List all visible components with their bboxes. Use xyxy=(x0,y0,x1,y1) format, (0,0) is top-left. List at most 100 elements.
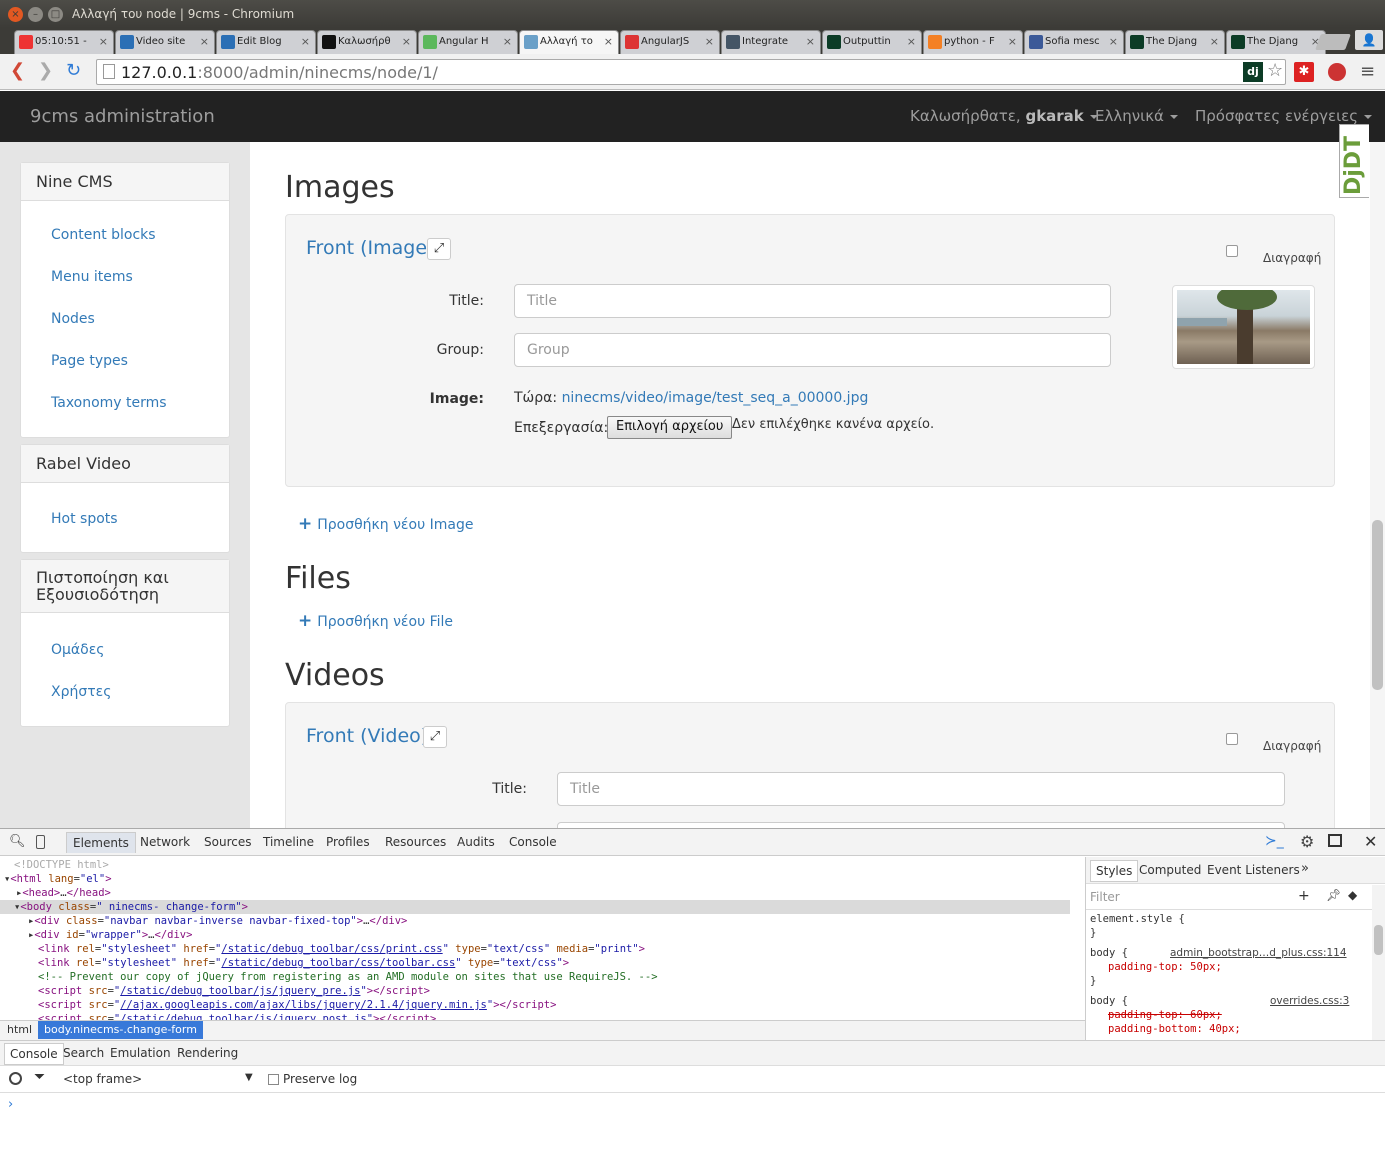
minimize-window-button[interactable]: – xyxy=(28,7,43,22)
django-extension-icon[interactable]: dj xyxy=(1243,62,1263,82)
close-tab-icon[interactable]: × xyxy=(200,31,209,53)
new-tab-button[interactable] xyxy=(1315,34,1351,50)
tab-sources[interactable]: Sources xyxy=(204,835,251,849)
browser-tab[interactable]: Edit Blog × xyxy=(216,30,316,54)
image-group-input[interactable]: Group xyxy=(514,333,1111,367)
browser-tab[interactable]: The Djang × xyxy=(1125,30,1225,54)
pin-icon[interactable]: 📌︎ xyxy=(1326,888,1341,902)
browser-tab[interactable]: Sofia mesc × xyxy=(1024,30,1124,54)
rule-1-property[interactable]: padding-top: 50px; xyxy=(1108,961,1222,973)
browser-tab[interactable]: Video site × xyxy=(115,30,215,54)
reload-icon[interactable]: ↻ xyxy=(66,61,81,81)
sidebar-item-groups[interactable]: Ομάδες xyxy=(51,642,105,658)
browser-tab[interactable]: Integrate × xyxy=(721,30,821,54)
recent-actions-menu[interactable]: Πρόσφατες ενέργειες xyxy=(1195,107,1373,125)
delete-video-checkbox[interactable] xyxy=(1226,733,1238,745)
browser-tab[interactable]: Καλωσήρθ × xyxy=(317,30,417,54)
django-debug-toolbar-handle[interactable]: DjDT xyxy=(1339,124,1369,198)
sidebar-item-content-blocks[interactable]: Content blocks xyxy=(51,227,156,243)
breadcrumb-html[interactable]: html xyxy=(7,1023,32,1036)
tab-console[interactable]: Console xyxy=(509,835,557,849)
styles-scrollbar[interactable] xyxy=(1372,885,1385,1040)
choose-file-button[interactable]: Επιλογή αρχείου xyxy=(607,416,733,439)
drawer-tab-emulation[interactable]: Emulation xyxy=(110,1046,171,1060)
sidebar-item-users[interactable]: Χρήστες xyxy=(51,684,111,700)
drawer-tab-console[interactable]: Console xyxy=(4,1043,64,1065)
tab-timeline[interactable]: Timeline xyxy=(263,835,314,849)
browser-tab[interactable]: Outputtin × xyxy=(822,30,922,54)
tab-profiles[interactable]: Profiles xyxy=(326,835,370,849)
tab-resources[interactable]: Resources xyxy=(385,835,446,849)
back-icon[interactable]: ❮ xyxy=(10,61,25,81)
filter-icon[interactable]: ⏷ xyxy=(34,1069,45,1085)
close-tab-icon[interactable]: × xyxy=(1109,31,1118,53)
close-tab-icon[interactable]: × xyxy=(604,31,613,53)
console-drawer-icon[interactable]: ≻_ xyxy=(1265,833,1284,849)
browser-tab[interactable]: python - F × xyxy=(923,30,1023,54)
sidebar-item-nodes[interactable]: Nodes xyxy=(51,311,95,327)
dock-side-icon[interactable] xyxy=(1328,834,1342,847)
clear-console-icon[interactable] xyxy=(9,1072,22,1085)
rule-1-source[interactable]: admin_bootstrap…d_plus.css:114 xyxy=(1170,947,1347,959)
more-tabs-icon[interactable]: » xyxy=(1301,861,1309,876)
browser-tab[interactable]: 05:10:51 - × xyxy=(14,30,114,54)
close-tab-icon[interactable]: × xyxy=(301,31,310,53)
expand-icon[interactable]: ⤢ xyxy=(427,238,451,260)
extension-icon[interactable]: ✱ xyxy=(1294,62,1314,82)
user-menu[interactable]: Καλωσήρθατε, gkarak xyxy=(910,107,1098,125)
close-tab-icon[interactable]: × xyxy=(99,31,108,53)
browser-tab[interactable]: The Djang × xyxy=(1226,30,1326,54)
scrollbar-thumb[interactable] xyxy=(1372,520,1383,690)
settings-gear-icon[interactable]: ⚙ xyxy=(1300,832,1314,851)
sidebar-item-page-types[interactable]: Page types xyxy=(51,353,128,369)
close-tab-icon[interactable]: × xyxy=(907,31,916,53)
rule-2-source[interactable]: overrides.css:3 xyxy=(1270,995,1349,1007)
inspect-search-icon[interactable]: 🔍︎ xyxy=(9,834,26,849)
close-tab-icon[interactable]: × xyxy=(402,31,411,53)
bookmark-star-icon[interactable]: ☆ xyxy=(1267,60,1283,81)
dom-tree[interactable]: <!DOCTYPE html> ▾<html lang="el"> ▸<head… xyxy=(0,857,1070,1020)
tab-computed[interactable]: Computed xyxy=(1139,863,1201,877)
preserve-log-checkbox[interactable] xyxy=(268,1074,279,1085)
frame-select[interactable]: <top frame> xyxy=(63,1072,142,1086)
sidebar-item-hot-spots[interactable]: Hot spots xyxy=(51,511,118,527)
browser-tab[interactable]: Angular H × xyxy=(418,30,518,54)
tab-audits[interactable]: Audits xyxy=(457,835,495,849)
close-window-button[interactable]: × xyxy=(8,7,23,22)
delete-image-checkbox[interactable] xyxy=(1226,245,1238,257)
breadcrumb-body[interactable]: body.ninecms-.change-form xyxy=(38,1021,203,1039)
forward-icon[interactable]: ❯ xyxy=(38,61,53,81)
browser-tab[interactable]: Αλλαγή το × xyxy=(519,30,619,54)
sidebar-item-taxonomy-terms[interactable]: Taxonomy terms xyxy=(51,395,167,411)
close-tab-icon[interactable]: × xyxy=(1210,31,1219,53)
sidebar-item-menu-items[interactable]: Menu items xyxy=(51,269,133,285)
profile-icon[interactable]: 👤 xyxy=(1355,30,1383,50)
video-front-link[interactable]: Front (Video) xyxy=(306,725,428,747)
close-tab-icon[interactable]: × xyxy=(1008,31,1017,53)
brand[interactable]: 9cms administration xyxy=(30,106,215,127)
close-devtools-icon[interactable]: ✕ xyxy=(1364,832,1377,851)
image-title-input[interactable]: Title xyxy=(514,284,1111,318)
close-tab-icon[interactable]: × xyxy=(705,31,714,53)
maximize-window-button[interactable]: □ xyxy=(48,7,63,22)
extension-2-icon[interactable] xyxy=(1328,63,1346,81)
drawer-tab-rendering[interactable]: Rendering xyxy=(177,1046,238,1060)
video-title-input[interactable]: Title xyxy=(557,772,1285,806)
styles-filter-input[interactable]: Filter xyxy=(1090,890,1120,904)
close-tab-icon[interactable]: × xyxy=(503,31,512,53)
rule-2-property-2[interactable]: padding-bottom: 40px; xyxy=(1108,1023,1241,1035)
drawer-tab-search[interactable]: Search xyxy=(63,1046,104,1060)
page-scrollbar[interactable] xyxy=(1370,142,1385,828)
tab-styles[interactable]: Styles xyxy=(1090,860,1139,882)
color-format-icon[interactable]: ◆ xyxy=(1348,888,1357,902)
add-image-link[interactable]: + Προσθήκη νέου Image xyxy=(298,514,473,534)
tab-event-listeners[interactable]: Event Listeners xyxy=(1207,863,1300,877)
console-prompt-icon[interactable]: › xyxy=(8,1097,13,1112)
current-file-link[interactable]: ninecms/video/image/test_seq_a_00000.jpg xyxy=(562,390,869,406)
device-mode-icon[interactable] xyxy=(36,835,45,849)
rule-2-property-1[interactable]: padding-top: 60px; xyxy=(1108,1009,1222,1021)
add-rule-icon[interactable]: + xyxy=(1298,888,1310,904)
image-front-link[interactable]: Front (Image) xyxy=(306,237,434,259)
menu-icon[interactable]: ≡ xyxy=(1360,61,1375,82)
frame-dropdown-icon[interactable]: ▼ xyxy=(245,1072,253,1083)
